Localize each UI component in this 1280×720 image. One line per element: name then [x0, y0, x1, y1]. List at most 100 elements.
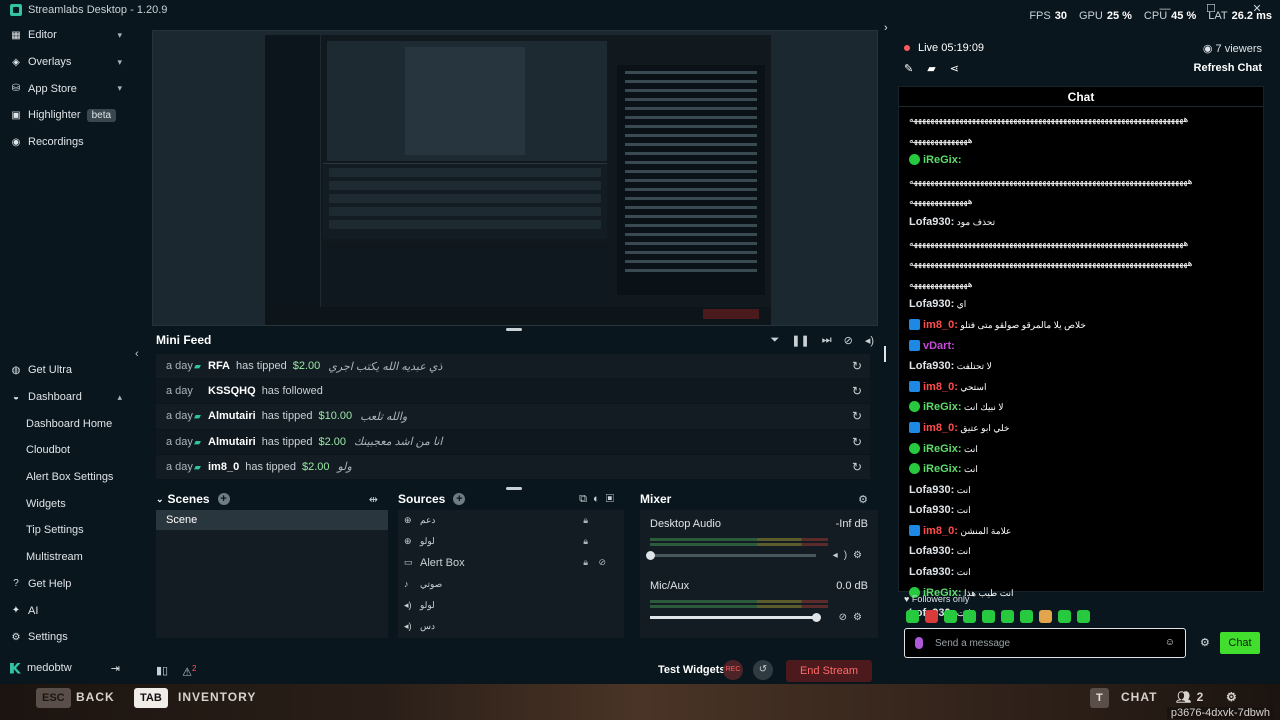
gear-icon[interactable]: ⚙	[853, 612, 868, 623]
volume-slider[interactable]	[650, 613, 821, 622]
scene-item[interactable]: Scene	[156, 510, 388, 530]
chat-username[interactable]: Lofa930:	[909, 484, 954, 496]
end-stream-button[interactable]: End Stream	[786, 660, 872, 682]
lock-icon[interactable]: 🔒︎	[583, 515, 588, 526]
nav-widgets[interactable]: Widgets	[0, 490, 132, 517]
replay-alert-icon[interactable]: ↻	[852, 435, 862, 449]
nav-dashboard[interactable]: ◒ Dashboard ▴	[0, 384, 132, 411]
add-source-button[interactable]: +	[453, 493, 466, 505]
nav-get-help[interactable]: ? Get Help	[0, 571, 132, 598]
volume-icon[interactable]: ◂)	[865, 334, 874, 347]
emote[interactable]	[1077, 610, 1090, 623]
nav-multistream[interactable]: Multistream	[0, 544, 132, 571]
replay-alert-icon[interactable]: ↻	[852, 460, 862, 474]
chat-username[interactable]: Lofa930:	[909, 216, 954, 228]
filter-icon[interactable]: ⏷	[770, 334, 779, 347]
volume-slider[interactable]	[646, 551, 816, 560]
muted-speaker-icon[interactable]: ⊘	[839, 612, 853, 623]
chat-username[interactable]: iReGix:	[923, 401, 962, 413]
chat-input-box[interactable]: ☺	[904, 628, 1186, 658]
add-scene-button[interactable]: +	[217, 493, 230, 505]
chat-username[interactable]: im8_0:	[923, 319, 958, 331]
nav-cloudbot[interactable]: Cloudbot	[0, 437, 132, 464]
chat-message-input[interactable]	[935, 637, 1155, 649]
performance-chart-icon[interactable]: ▮▯	[156, 664, 168, 679]
replay-alert-icon[interactable]: ↻	[852, 384, 862, 398]
source-item[interactable]: ◂) لولو	[398, 595, 624, 616]
lock-icon[interactable]: 🔒︎	[583, 536, 588, 547]
nav-ai[interactable]: ✦ AI	[0, 597, 132, 624]
chat-username[interactable]: im8_0:	[923, 381, 958, 393]
chat-username[interactable]: vDart:	[923, 340, 955, 352]
nav-editor[interactable]: ▦ Editor ▾	[0, 22, 132, 49]
share-icon[interactable]: ⋖	[950, 62, 959, 75]
source-item[interactable]: ⊕ لولو 🔒︎	[398, 531, 624, 552]
test-widgets-button[interactable]: Test Widgets	[658, 664, 726, 676]
emote[interactable]	[906, 610, 919, 623]
emote[interactable]	[1020, 610, 1033, 623]
collapse-sidebar-icon[interactable]: ‹	[135, 348, 139, 360]
record-button[interactable]: REC	[723, 660, 743, 680]
stream-preview[interactable]	[152, 30, 878, 326]
source-item[interactable]: ▭ Alert Box 🔒︎ ⊘	[398, 552, 624, 573]
alert-icon[interactable]: ⚠2	[182, 664, 196, 679]
user-account[interactable]: medobtw ⇥	[0, 656, 132, 680]
replay-buffer-button[interactable]: ↺	[753, 660, 773, 680]
chat-username[interactable]: Lofa930:	[909, 504, 954, 516]
chat-username[interactable]: im8_0:	[923, 422, 958, 434]
emote[interactable]	[982, 610, 995, 623]
chevron-right-icon[interactable]: ›	[884, 22, 888, 34]
emote[interactable]	[1058, 610, 1071, 623]
source-item[interactable]: ♪ صوتي	[398, 574, 624, 595]
nav-recordings[interactable]: ◉ Recordings	[0, 129, 132, 156]
chat-username[interactable]: Lofa930:	[909, 298, 954, 310]
collapse-icon[interactable]: ⌄	[156, 494, 164, 505]
chat-username[interactable]: iReGix:	[923, 463, 962, 475]
chat-username[interactable]: Lofa930:	[909, 545, 954, 557]
pause-icon[interactable]: ❚❚	[791, 334, 809, 347]
lock-icon[interactable]: 🔒︎	[583, 557, 588, 568]
nav-alert-box-settings[interactable]: Alert Box Settings	[0, 464, 132, 491]
emote[interactable]	[925, 610, 938, 623]
source-tools-icon[interactable]: ⧉◐▣	[579, 493, 620, 506]
replay-alert-icon[interactable]: ↻	[852, 409, 862, 423]
emoji-icon[interactable]: ☺	[1165, 637, 1175, 648]
truck-icon[interactable]: ▰	[927, 62, 935, 75]
scrollbar[interactable]	[884, 346, 886, 362]
nav-highlighter[interactable]: ▣ Highlighter beta	[0, 102, 132, 129]
replay-alert-icon[interactable]: ↻	[852, 359, 862, 373]
gear-icon[interactable]: ⚙	[858, 493, 874, 506]
volume-knob[interactable]	[646, 551, 655, 560]
source-item[interactable]: ◂) دس	[398, 616, 624, 637]
gear-icon[interactable]: ⚙	[853, 550, 868, 561]
chat-username[interactable]: iReGix:	[923, 443, 962, 455]
skip-icon[interactable]: ⏭	[822, 334, 832, 347]
nav-tip-settings[interactable]: Tip Settings	[0, 517, 132, 544]
emote[interactable]	[1039, 610, 1052, 623]
nav-dashboard-home[interactable]: Dashboard Home	[0, 410, 132, 437]
emote[interactable]	[944, 610, 957, 623]
chat-username[interactable]: Lofa930:	[909, 566, 954, 578]
nav-get-ultra[interactable]: ◍ Get Ultra	[0, 357, 132, 384]
nav-overlays[interactable]: ◈ Overlays ▾	[0, 49, 132, 76]
resize-handle[interactable]	[506, 328, 522, 331]
chat-username[interactable]: im8_0:	[923, 525, 958, 537]
emote[interactable]	[1001, 610, 1014, 623]
nav-settings[interactable]: ⚙ Settings	[0, 624, 132, 651]
volume-knob[interactable]	[812, 613, 821, 622]
source-item[interactable]: ⊕ دعم 🔒︎	[398, 510, 624, 531]
chat-username[interactable]: Lofa930:	[909, 360, 954, 372]
refresh-chat-button[interactable]: Refresh Chat	[1194, 62, 1262, 74]
send-chat-button[interactable]: Chat	[1220, 632, 1260, 654]
mute-alerts-icon[interactable]: ⊘	[844, 334, 853, 347]
scene-transitions-icon[interactable]: ⇹	[369, 493, 384, 506]
chat-username[interactable]: iReGix:	[923, 154, 962, 166]
edit-icon[interactable]: ✎	[904, 62, 913, 75]
emote[interactable]	[963, 610, 976, 623]
mic-icon[interactable]	[915, 637, 923, 649]
nav-app-store[interactable]: ⛁ App Store ▾	[0, 75, 132, 102]
speaker-icon[interactable]: ◂)	[833, 550, 853, 561]
logout-icon[interactable]: ⇥	[111, 662, 120, 675]
chat-settings-icon[interactable]: ⚙	[1200, 636, 1210, 649]
hidden-eye-icon[interactable]: ⊘	[598, 557, 606, 568]
